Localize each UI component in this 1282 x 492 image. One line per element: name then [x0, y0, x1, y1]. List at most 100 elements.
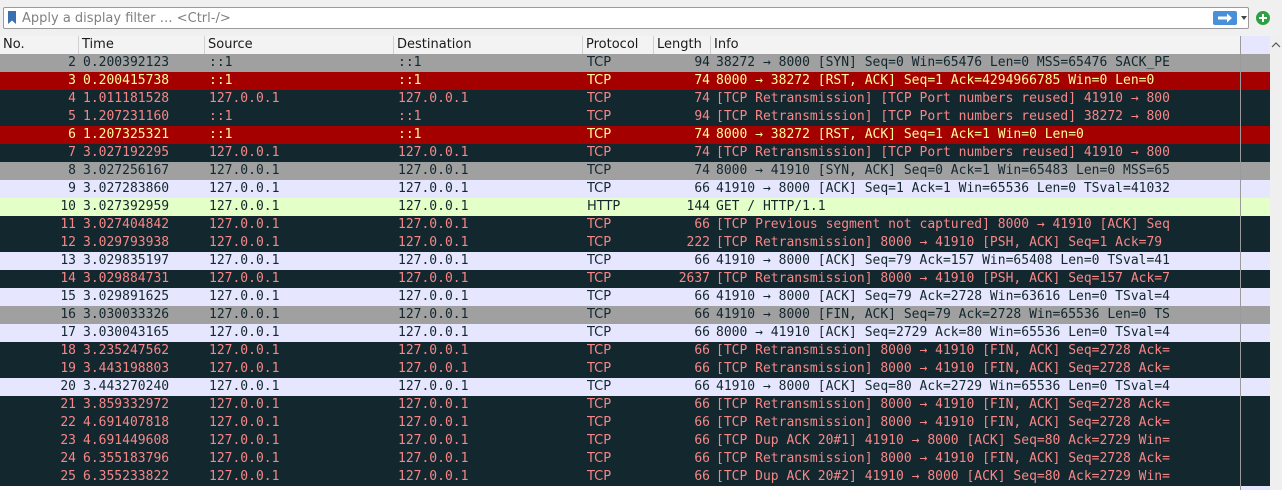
packet-time: 3.030033326 [83, 307, 170, 322]
packet-source: 127.0.0.1 [209, 199, 280, 214]
packet-protocol: TCP [587, 91, 612, 106]
scroll-up-button[interactable] [1271, 38, 1281, 48]
packet-row[interactable]: 14 3.029884731 127.0.0.1 127.0.0.1 TCP 2637 [T… [0, 270, 1240, 288]
packet-row[interactable]: 3 0.200415738::1::1 TCP 74 8000 → 38272 [RST… [0, 72, 1240, 90]
packet-row[interactable]: 24 6.355183796 127.0.0.1 127.0.0.1 TCP 66 [TCP… [0, 450, 1240, 468]
packet-time: 1.011181528 [83, 91, 170, 106]
packet-info: 8000 → 41910 [SYN, ACK] Seq=0 Ack=1 Win=… [716, 163, 1170, 178]
packet-destination: 127.0.0.1 [398, 361, 469, 376]
column-header-length[interactable]: Length [654, 36, 711, 54]
packet-row[interactable]: 10 3.027392959 127.0.0.1 127.0.0.1 HTTP 144 GE… [0, 198, 1240, 216]
packet-row[interactable]: 13 3.029835197 127.0.0.1 127.0.0.1 TCP 66 4191… [0, 252, 1240, 270]
packet-protocol: TCP [587, 325, 612, 340]
packet-info: 41910 → 8000 [ACK] Seq=1 Ack=1 Win=65536… [716, 181, 1170, 196]
packet-destination: 127.0.0.1 [398, 91, 469, 106]
bookmark-icon[interactable] [7, 11, 17, 25]
packet-destination: ::1 [398, 55, 422, 70]
minimap-mark [1241, 198, 1270, 216]
packet-row[interactable]: 21 3.859332972 127.0.0.1 127.0.0.1 TCP 66 [TCP… [0, 396, 1240, 414]
minimap-mark [1241, 378, 1270, 396]
packet-time: 4.691407818 [83, 415, 170, 430]
packet-info: [TCP Previous segment not captured] 8000… [716, 217, 1170, 232]
packet-row[interactable]: 20 3.443270240 127.0.0.1 127.0.0.1 TCP 66 4191… [0, 378, 1240, 396]
packet-row[interactable]: 25 6.355233822 127.0.0.1 127.0.0.1 TCP 66 [TCP… [0, 468, 1240, 486]
packet-info: [TCP Retransmission] [TCP Port numbers r… [716, 145, 1170, 160]
packet-destination: 127.0.0.1 [398, 307, 469, 322]
add-filter-button[interactable] [1256, 11, 1270, 25]
packet-length: 66 [694, 433, 710, 448]
packet-source: ::1 [209, 109, 233, 124]
packet-row[interactable]: 19 3.443198803 127.0.0.1 127.0.0.1 TCP 66 [TCP… [0, 360, 1240, 378]
packet-source: 127.0.0.1 [209, 235, 280, 250]
minimap-mark [1241, 414, 1270, 432]
packet-info: 8000 → 41910 [ACK] Seq=2729 Ack=80 Win=6… [716, 325, 1170, 340]
packet-protocol: TCP [587, 379, 612, 394]
packet-row[interactable]: 17 3.030043165 127.0.0.1 127.0.0.1 TCP 66 8000… [0, 324, 1240, 342]
packet-protocol: HTTP [587, 199, 621, 214]
packet-time: 3.443270240 [83, 379, 170, 394]
packet-time: 4.691449608 [83, 433, 170, 448]
packet-protocol: TCP [587, 73, 612, 88]
vertical-scrollbar[interactable] [1270, 36, 1282, 490]
packet-length: 74 [694, 145, 710, 160]
minimap-mark [1241, 288, 1270, 306]
packet-length: 66 [694, 451, 710, 466]
column-header-destination[interactable]: Destination [394, 36, 583, 54]
minimap-mark [1241, 324, 1270, 342]
packet-protocol: TCP [587, 109, 612, 124]
apply-filter-button[interactable] [1213, 11, 1237, 25]
column-header-time[interactable]: Time [79, 36, 205, 54]
packet-row[interactable]: 11 3.027404842 127.0.0.1 127.0.0.1 TCP 66 [TCP… [0, 216, 1240, 234]
packet-row[interactable]: 4 1.011181528 127.0.0.1 127.0.0.1 TCP 74 [TCP … [0, 90, 1240, 108]
minimap-mark [1241, 126, 1270, 144]
filter-history-dropdown[interactable] [1240, 11, 1248, 25]
packet-row[interactable]: 15 3.029891625 127.0.0.1 127.0.0.1 TCP 66 4191… [0, 288, 1240, 306]
packet-row[interactable]: 18 3.235247562 127.0.0.1 127.0.0.1 TCP 66 [TCP… [0, 342, 1240, 360]
packet-row[interactable]: 9 3.027283860 127.0.0.1 127.0.0.1 TCP 66 41910… [0, 180, 1240, 198]
packet-source: 127.0.0.1 [209, 145, 280, 160]
packet-destination: 127.0.0.1 [398, 379, 469, 394]
packet-row[interactable]: 2 0.200392123::1::1 TCP 94 38272 → 8000 [SYN… [0, 54, 1240, 72]
packet-destination: 127.0.0.1 [398, 145, 469, 160]
packet-destination: 127.0.0.1 [398, 325, 469, 340]
minimap-mark [1241, 306, 1270, 324]
packet-info: [TCP Retransmission] 8000 → 41910 [FIN, … [716, 451, 1170, 466]
packet-destination: 127.0.0.1 [398, 451, 469, 466]
packet-length: 94 [694, 55, 710, 70]
packet-row[interactable]: 7 3.027192295 127.0.0.1 127.0.0.1 TCP 74 [TCP … [0, 144, 1240, 162]
packet-row[interactable]: 22 4.691407818 127.0.0.1 127.0.0.1 TCP 66 [TCP… [0, 414, 1240, 432]
packet-time: 3.029793938 [83, 235, 170, 250]
packet-row[interactable]: 23 4.691449608 127.0.0.1 127.0.0.1 TCP 66 [TCP… [0, 432, 1240, 450]
column-header-info[interactable]: Info [711, 36, 1240, 54]
packet-protocol: TCP [587, 451, 612, 466]
minimap-mark [1241, 342, 1270, 360]
packet-row[interactable]: 12 3.029793938 127.0.0.1 127.0.0.1 TCP 222 [TC… [0, 234, 1240, 252]
packet-info: 41910 → 8000 [FIN, ACK] Seq=79 Ack=2728 … [716, 307, 1170, 322]
packet-time: 3.859332972 [83, 397, 170, 412]
packet-source: ::1 [209, 55, 233, 70]
minimap-mark [1241, 360, 1270, 378]
packet-row[interactable]: 5 1.207231160::1::1 TCP 94 [TCP Retransmissi… [0, 108, 1240, 126]
packet-source: 127.0.0.1 [209, 307, 280, 322]
packet-source: 127.0.0.1 [209, 325, 280, 340]
packet-source: 127.0.0.1 [209, 163, 280, 178]
packet-destination: 127.0.0.1 [398, 343, 469, 358]
display-filter-input[interactable] [22, 8, 1202, 28]
packet-info: [TCP Retransmission] [TCP Port numbers r… [716, 91, 1170, 106]
packet-source: 127.0.0.1 [209, 91, 280, 106]
packet-row[interactable]: 6 1.207325321::1::1 TCP 74 8000 → 38272 [RST… [0, 126, 1240, 144]
packet-destination: ::1 [398, 109, 422, 124]
packet-number: 5 [68, 109, 76, 124]
packet-length: 74 [694, 73, 710, 88]
column-header-source[interactable]: Source [205, 36, 394, 54]
column-header-no[interactable]: No. [0, 36, 79, 54]
minimap-mark [1241, 72, 1270, 90]
minimap-mark [1241, 180, 1270, 198]
packet-number: 9 [68, 181, 76, 196]
packet-number: 19 [60, 361, 76, 376]
column-header-protocol[interactable]: Protocol [583, 36, 654, 54]
packet-length: 144 [686, 199, 710, 214]
packet-row[interactable]: 8 3.027256167 127.0.0.1 127.0.0.1 TCP 74 8000 … [0, 162, 1240, 180]
packet-minimap[interactable] [1240, 36, 1270, 490]
packet-row[interactable]: 16 3.030033326 127.0.0.1 127.0.0.1 TCP 66 4191… [0, 306, 1240, 324]
